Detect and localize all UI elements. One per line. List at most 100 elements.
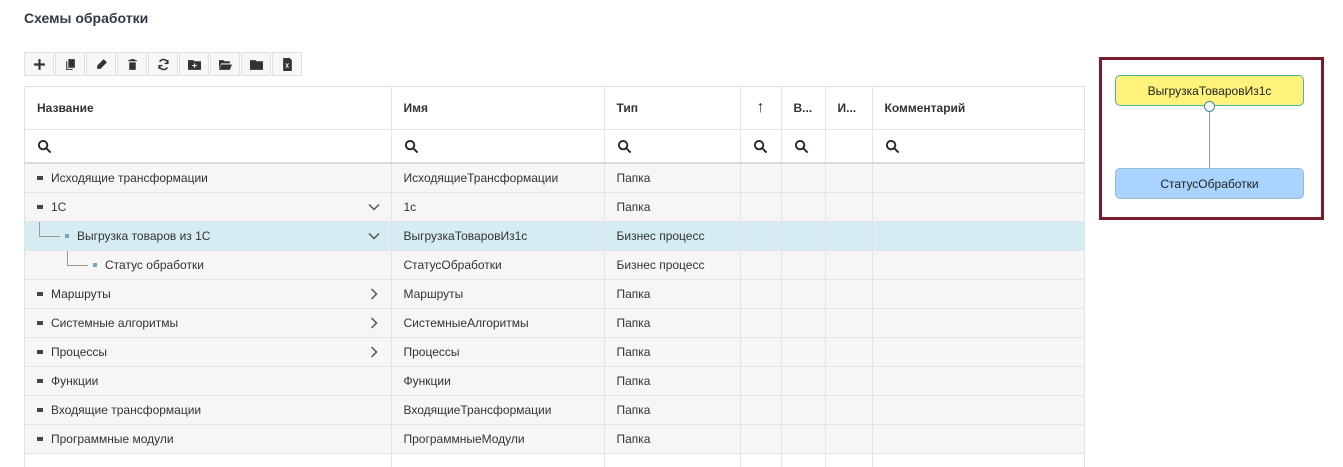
row-id: ВходящиеТрансформации <box>391 395 605 425</box>
folder-add-icon <box>187 59 201 70</box>
page-title: Схемы обработки <box>24 10 149 26</box>
row-type: Бизнес процесс <box>604 250 741 280</box>
drag-handle-icon <box>37 407 43 412</box>
chevron-right-icon[interactable] <box>367 316 381 330</box>
drag-handle-icon <box>37 204 43 209</box>
row-type: Папка <box>604 279 741 309</box>
row-id: СтатусОбработки <box>391 250 605 280</box>
search-icon <box>885 139 899 153</box>
table-row[interactable]: Функции Функции Папка <box>25 366 1084 396</box>
edit-icon <box>96 58 107 69</box>
folder-button[interactable] <box>241 52 271 76</box>
drag-handle-icon <box>93 262 97 267</box>
export-excel-button[interactable] <box>272 52 302 76</box>
connection-port[interactable] <box>1204 101 1215 112</box>
filter-row <box>25 129 1084 164</box>
row-name: Выгрузка товаров из 1С <box>77 229 211 243</box>
row-name: Программные модули <box>51 432 174 446</box>
row-type: Папка <box>604 366 741 396</box>
filter-i <box>825 129 873 164</box>
column-header-v[interactable]: В... <box>781 87 826 130</box>
row-id: 1с <box>391 192 605 222</box>
table-row[interactable]: Входящие трансформации ВходящиеТрансформ… <box>25 395 1084 425</box>
diagram-connector <box>1209 112 1210 168</box>
add-folder-button[interactable] <box>179 52 209 76</box>
row-name: Процессы <box>51 345 108 359</box>
filter-comment[interactable] <box>872 129 1084 164</box>
tree-connector <box>67 251 88 266</box>
filter-sort[interactable] <box>740 129 782 164</box>
chevron-right-icon[interactable] <box>367 287 381 301</box>
copy-button[interactable] <box>55 52 85 76</box>
column-header-i[interactable]: И... <box>825 87 873 130</box>
row-type: Бизнес процесс <box>604 221 741 251</box>
column-header-sort[interactable]: ↑ <box>740 87 782 130</box>
chevron-right-icon[interactable] <box>367 345 381 359</box>
search-icon <box>404 139 418 153</box>
table-row-selected[interactable]: Выгрузка товаров из 1С ВыгрузкаТоваровИз… <box>25 221 1084 251</box>
row-id: Процессы <box>391 337 605 367</box>
filter-type[interactable] <box>604 129 741 164</box>
filter-name[interactable] <box>25 129 392 164</box>
diagram-node-target[interactable]: СтатусОбработки <box>1115 168 1304 199</box>
folder-open-icon <box>218 59 232 70</box>
table-row[interactable]: Программные модули ПрограммныеМодули Пап… <box>25 424 1084 454</box>
chevron-down-icon[interactable] <box>367 229 381 243</box>
table-row[interactable]: 1С 1с Папка <box>25 192 1084 222</box>
chevron-down-icon[interactable] <box>367 200 381 214</box>
drag-handle-icon <box>37 349 43 354</box>
excel-icon <box>282 57 292 71</box>
row-type: Папка <box>604 192 741 222</box>
row-id: ПрограммныеМодули <box>391 424 605 454</box>
refresh-button[interactable] <box>148 52 178 76</box>
tree-connector <box>39 222 60 237</box>
column-header-type[interactable]: Тип <box>604 87 741 130</box>
drag-handle-icon <box>37 436 43 441</box>
table-row[interactable]: Маршруты Маршруты Папка <box>25 279 1084 309</box>
column-header-id[interactable]: Имя <box>391 87 605 130</box>
row-id: ИсходящиеТрансформации <box>391 163 605 193</box>
edit-button[interactable] <box>86 52 116 76</box>
row-id: Функции <box>391 366 605 396</box>
schemes-grid: Название Имя Тип ↑ В... И... Комментарий… <box>24 86 1085 467</box>
open-folder-button[interactable] <box>210 52 240 76</box>
row-type: Папка <box>604 395 741 425</box>
row-name: Маршруты <box>51 287 111 301</box>
search-icon <box>37 139 52 153</box>
table-row[interactable]: Статус обработки СтатусОбработки Бизнес … <box>25 250 1084 280</box>
row-id: ВыгрузкаТоваровИз1с <box>391 221 605 251</box>
drag-handle-icon <box>37 291 43 296</box>
trash-icon <box>127 58 137 70</box>
row-name: Функции <box>51 374 99 388</box>
drag-handle-icon <box>37 175 43 180</box>
plus-icon <box>33 58 45 70</box>
row-type: Папка <box>604 424 741 454</box>
folder-icon <box>249 59 263 70</box>
filter-v[interactable] <box>781 129 826 164</box>
row-name: Системные алгоритмы <box>51 316 179 330</box>
column-header-name[interactable]: Название <box>25 87 392 130</box>
process-diagram: ВыгрузкаТоваровИз1с СтатусОбработки <box>1099 57 1324 220</box>
row-type: Папка <box>604 337 741 367</box>
row-name: Исходящие трансформации <box>51 171 208 185</box>
refresh-icon <box>157 58 169 70</box>
search-icon <box>794 139 808 153</box>
drag-handle-icon <box>65 233 69 238</box>
row-name: Статус обработки <box>105 258 204 272</box>
toolbar <box>24 52 302 76</box>
table-row[interactable]: Исходящие трансформации ИсходящиеТрансфо… <box>25 163 1084 193</box>
delete-button[interactable] <box>117 52 147 76</box>
row-type: Папка <box>604 308 741 338</box>
copy-icon <box>65 58 75 70</box>
row-id: СистемныеАлгоритмы <box>391 308 605 338</box>
column-header-comment[interactable]: Комментарий <box>872 87 1084 130</box>
search-icon <box>753 139 767 153</box>
row-name: 1С <box>51 200 67 214</box>
filter-id[interactable] <box>391 129 605 164</box>
table-row[interactable]: Процессы Процессы Папка <box>25 337 1084 367</box>
add-button[interactable] <box>24 52 54 76</box>
row-type: Папка <box>604 163 741 193</box>
row-name: Входящие трансформации <box>51 403 202 417</box>
row-id: Маршруты <box>391 279 605 309</box>
table-row[interactable]: Системные алгоритмы СистемныеАлгоритмы П… <box>25 308 1084 338</box>
